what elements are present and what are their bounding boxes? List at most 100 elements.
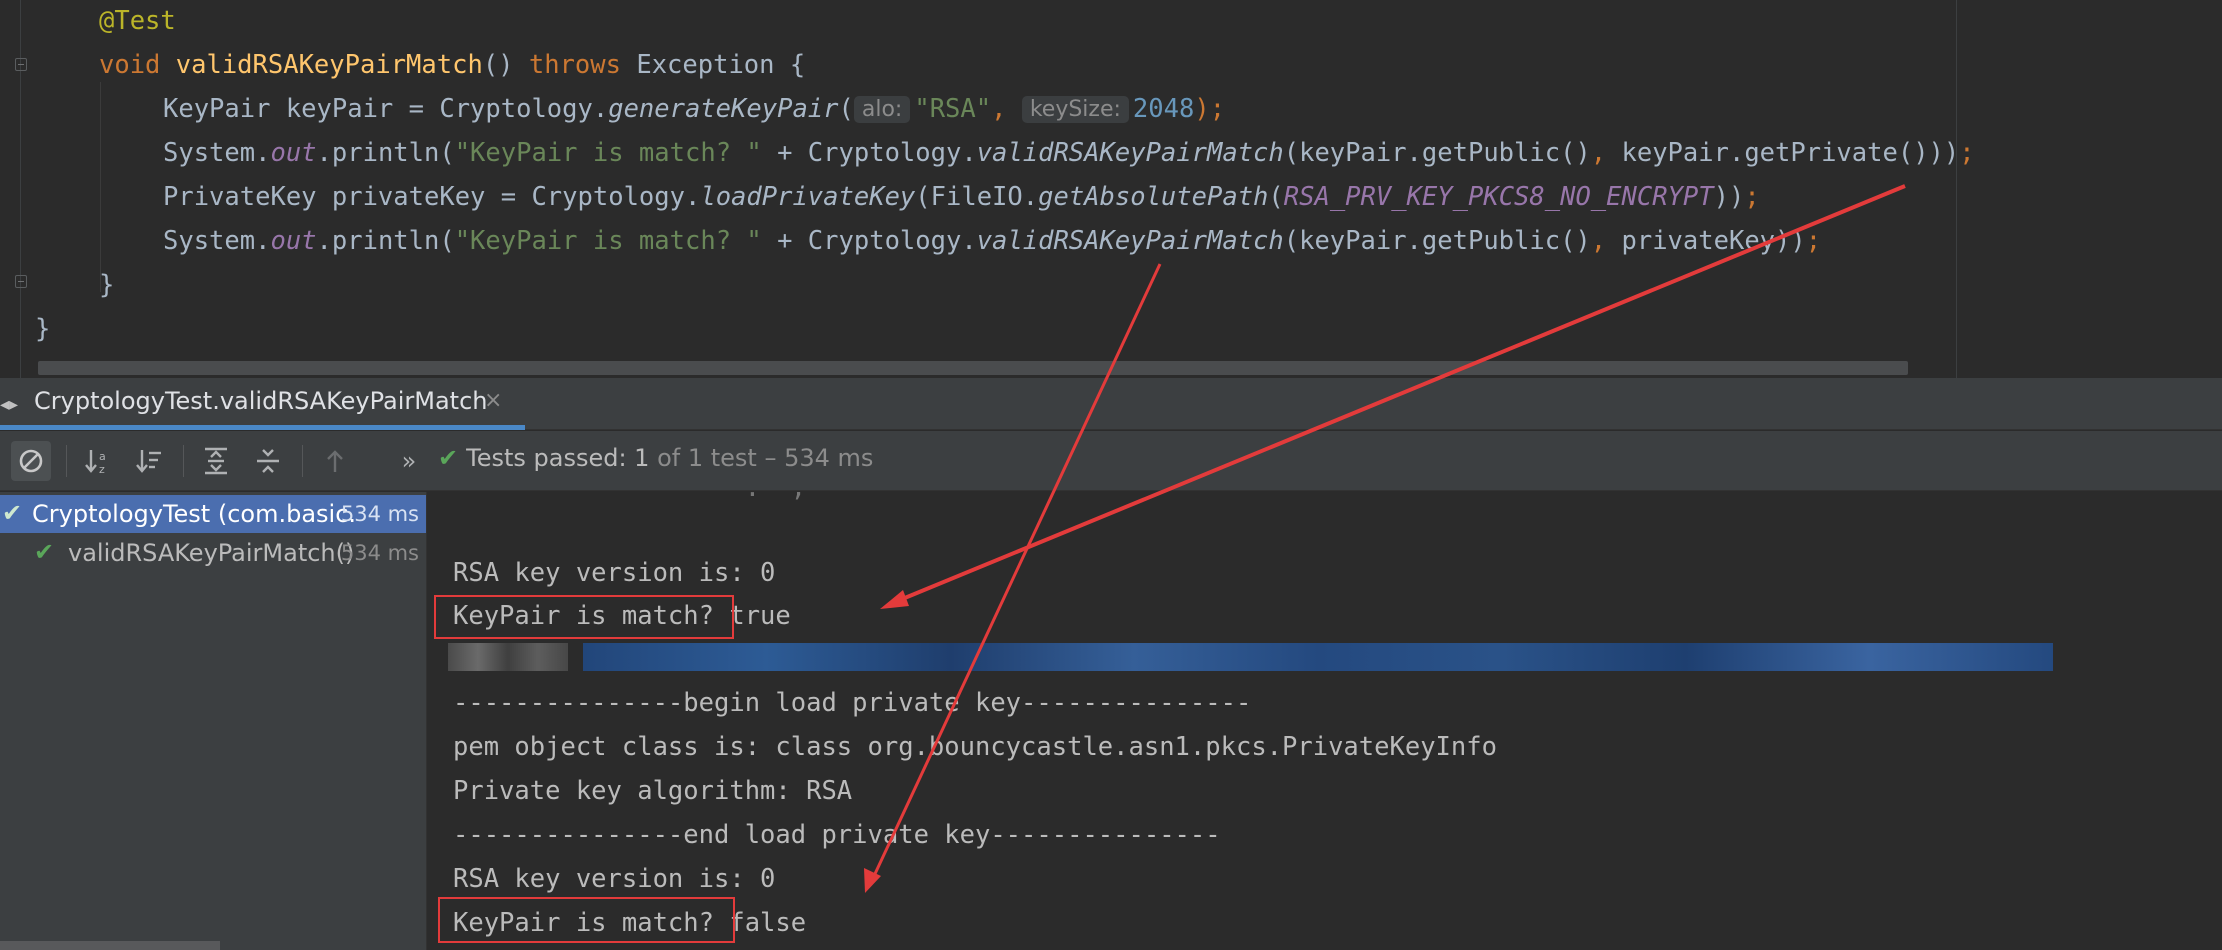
toolbar-separator [302, 445, 303, 477]
console-line: RSA key version is: 0 [453, 558, 776, 588]
code-token: .println( [316, 138, 455, 168]
status-suffix: of 1 test – 534 ms [649, 444, 874, 472]
parameter-hint: keySize: [1021, 96, 1129, 123]
code-token: validRSAKeyPairMatch [175, 50, 483, 80]
code-token: ); [1194, 94, 1226, 124]
fold-toggle-icon[interactable] [15, 275, 27, 288]
code-token: @Test [99, 6, 176, 36]
code-token: KeyPair keyPair = Cryptology. [163, 94, 609, 124]
check-icon: ✔ [34, 538, 55, 566]
code-line[interactable]: PrivateKey privateKey = Cryptology.loadP… [163, 177, 1760, 217]
code-token: 2048 [1132, 94, 1195, 124]
code-line[interactable]: System.out.println("KeyPair is match? " … [163, 221, 1821, 261]
tree-item-test-method[interactable]: ✔ validRSAKeyPairMatch() 534 ms [0, 534, 426, 572]
prev-failed-icon[interactable] [315, 441, 355, 481]
code-token: + Cryptology. [761, 138, 977, 168]
code-token: System. [163, 138, 271, 168]
indent-guide [100, 82, 101, 292]
status-count: 1 [634, 444, 650, 472]
code-token: ( [1268, 182, 1284, 212]
more-actions-icon[interactable]: » [389, 441, 429, 481]
toolbar-separator [183, 445, 184, 477]
code-token: out [270, 138, 317, 168]
console-line: pem object class is: class org.bouncycas… [453, 732, 1497, 762]
collapse-all-icon[interactable] [248, 441, 288, 481]
redacted-text [448, 643, 2053, 671]
code-token: .println( [316, 226, 455, 256]
code-token: void [99, 50, 176, 80]
code-token: , [1590, 226, 1622, 256]
console-line-cut: . , [453, 492, 806, 510]
tree-item-label: validRSAKeyPairMatch() [68, 539, 355, 567]
parameter-hint: alo: [853, 96, 911, 123]
run-tab-bar: ◂▸ CryptologyTest.validRSAKeyPairMatch × [0, 378, 2222, 430]
test-results-tree: ✔ CryptologyTest (com.basic. 534 ms ✔ va… [0, 492, 427, 950]
run-tab-title: CryptologyTest.validRSAKeyPairMatch [34, 387, 488, 415]
sort-alpha-icon[interactable]: az [78, 441, 118, 481]
check-icon: ✔ [438, 444, 459, 472]
code-token: , [991, 94, 1022, 124]
sort-duration-icon[interactable] [129, 441, 169, 481]
code-token: generateKeyPair [608, 94, 839, 124]
code-editor[interactable]: @Test void validRSAKeyPairMatch() throws… [0, 0, 2222, 378]
tree-item-duration: 534 ms [340, 502, 419, 526]
console-output[interactable]: . , RSA key version is: 0 KeyPair is mat… [428, 492, 2222, 950]
run-tab[interactable]: CryptologyTest.validRSAKeyPairMatch × [0, 378, 525, 430]
tree-item-test-class[interactable]: ✔ CryptologyTest (com.basic. 534 ms [0, 495, 426, 533]
code-token: RSA_PRV_KEY_PKCS8_NO_ENCRYPT [1283, 182, 1714, 212]
tree-item-duration: 534 ms [340, 541, 419, 565]
code-line[interactable]: } [99, 265, 114, 305]
horizontal-scrollbar[interactable] [38, 361, 1908, 375]
code-line[interactable]: System.out.println("KeyPair is match? " … [163, 133, 1975, 173]
toolbar-separator [66, 445, 67, 477]
expand-all-icon[interactable] [196, 441, 236, 481]
code-token: privateKey)) [1621, 226, 1806, 256]
console-line: ---------------end load private key-----… [453, 820, 1221, 850]
code-line[interactable]: @Test [99, 1, 176, 41]
right-margin-guide [1956, 0, 1957, 378]
console-line: RSA key version is: 0 [453, 864, 776, 894]
code-token: throws [528, 50, 637, 80]
code-token: "KeyPair is match? " [454, 138, 762, 168]
code-token: loadPrivateKey [700, 182, 916, 212]
close-tab-icon[interactable]: × [484, 388, 502, 413]
code-token: "RSA" [914, 94, 992, 124]
stop-icon[interactable] [11, 441, 51, 481]
code-token: keyPair.getPrivate())) [1621, 138, 1960, 168]
code-line[interactable]: void validRSAKeyPairMatch() throws Excep… [99, 45, 805, 85]
code-token: ; [1805, 226, 1822, 256]
code-token: getAbsolutePath [1038, 182, 1269, 212]
fold-toggle-icon[interactable] [15, 58, 27, 71]
console-line: Private key algorithm: RSA [453, 776, 853, 806]
status-prefix: Tests passed: [466, 444, 635, 472]
tree-horizontal-scrollbar[interactable] [0, 941, 220, 950]
annotation-box [438, 897, 735, 943]
svg-text:a: a [99, 450, 106, 463]
code-token: validRSAKeyPairMatch [976, 138, 1284, 168]
code-line[interactable]: } [35, 309, 50, 349]
code-token: (keyPair.getPublic() [1283, 226, 1591, 256]
code-line[interactable]: KeyPair keyPair = Cryptology.generateKey… [163, 89, 1225, 129]
tests-status: ✔ Tests passed: 1 of 1 test – 534 ms [438, 444, 873, 472]
gutter-divider [20, 0, 21, 378]
code-token: } [99, 270, 115, 300]
code-token: ( [838, 94, 854, 124]
code-token: () [482, 50, 529, 80]
tree-item-label: CryptologyTest (com.basic. [32, 500, 357, 528]
code-token: System. [163, 226, 271, 256]
code-token: + Cryptology. [761, 226, 977, 256]
code-token: (keyPair.getPublic() [1283, 138, 1591, 168]
code-token: ; [1959, 138, 1975, 168]
annotation-box [434, 595, 734, 639]
code-token: )) [1713, 182, 1745, 212]
code-token: "KeyPair is match? " [454, 226, 762, 256]
code-token: ; [1744, 182, 1760, 212]
code-token: (FileIO. [915, 182, 1039, 212]
code-token: , [1590, 138, 1622, 168]
svg-text:z: z [99, 463, 105, 476]
check-icon: ✔ [2, 499, 23, 527]
code-token: validRSAKeyPairMatch [976, 226, 1284, 256]
code-token: PrivateKey privateKey = Cryptology. [163, 182, 701, 212]
code-token: } [35, 314, 51, 344]
code-token: out [270, 226, 317, 256]
